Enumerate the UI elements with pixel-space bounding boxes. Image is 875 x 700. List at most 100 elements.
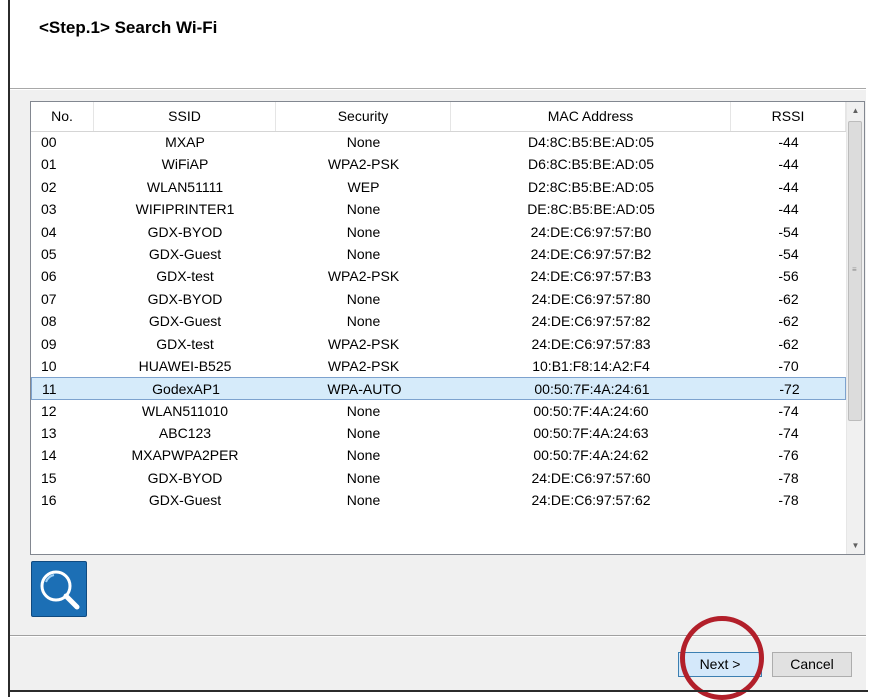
table-row[interactable]: 00 MXAP None D4:8C:B5:BE:AD:05 -44: [31, 131, 846, 153]
page-title: <Step.1> Search Wi-Fi: [39, 18, 218, 37]
cell-ssid: MXAP: [165, 134, 205, 150]
cell-mac-address: 10:B1:F8:14:A2:F4: [532, 357, 650, 374]
cell-security: None: [346, 447, 381, 464]
cell-security: None: [346, 134, 381, 150]
wizard-header: <Step.1> Search Wi-Fi: [10, 0, 866, 89]
table-row[interactable]: 09 GDX-test WPA2-PSK 24:DE:C6:97:57:83 -62: [31, 333, 846, 355]
vertical-scrollbar[interactable]: ▲ ≡ ▼: [846, 102, 864, 554]
cell-ssid: ABC123: [158, 425, 212, 442]
cell-no: 06: [41, 268, 57, 285]
cell-security: None: [346, 469, 381, 486]
cell-mac-address: DE:8C:B5:BE:AD:05: [527, 201, 655, 218]
cell-security: None: [346, 201, 381, 218]
cell-security: WPA-AUTO: [327, 381, 402, 398]
cell-ssid: GDX-Guest: [148, 313, 222, 330]
scroll-down-icon[interactable]: ▼: [847, 537, 864, 554]
table-row[interactable]: 16 GDX-Guest None 24:DE:C6:97:57:62 -78: [31, 489, 846, 511]
column-header-ssid[interactable]: SSID: [94, 102, 276, 131]
cell-security: None: [346, 492, 381, 509]
cell-no: 14: [41, 447, 57, 464]
cell-rssi: -62: [778, 335, 799, 352]
cell-rssi: -70: [778, 357, 799, 374]
cell-mac-address: 24:DE:C6:97:57:60: [531, 469, 651, 486]
cell-ssid: GDX-BYOD: [147, 290, 223, 307]
cell-ssid: GDX-BYOD: [147, 469, 223, 486]
table-row[interactable]: 14 MXAPWPA2PER None 00:50:7F:4A:24:62 -76: [31, 444, 846, 466]
cell-rssi: -72: [779, 381, 800, 398]
cell-rssi: -56: [778, 268, 799, 285]
cell-no: 01: [41, 156, 57, 173]
cell-ssid: WiFiAP: [161, 156, 209, 173]
cell-rssi: -44: [778, 134, 799, 150]
table-row[interactable]: 08 GDX-Guest None 24:DE:C6:97:57:82 -62: [31, 310, 846, 332]
cell-mac-address: D4:8C:B5:BE:AD:05: [527, 134, 655, 150]
column-header-rssi[interactable]: RSSI: [731, 102, 846, 131]
cell-rssi: -76: [778, 447, 799, 464]
cell-no: 16: [41, 492, 57, 509]
cell-security: None: [346, 313, 381, 330]
cell-security: None: [346, 290, 381, 307]
cell-no: 04: [41, 223, 57, 240]
magnifier-icon: [40, 570, 80, 610]
cell-mac-address: 24:DE:C6:97:57:83: [531, 335, 651, 352]
cell-mac-address: 24:DE:C6:97:57:B2: [530, 245, 652, 262]
cell-rssi: -74: [778, 402, 799, 419]
column-header-no[interactable]: No.: [31, 102, 94, 131]
cell-rssi: -44: [778, 178, 799, 195]
cell-mac-address: 00:50:7F:4A:24:60: [533, 402, 649, 419]
scrollbar-thumb[interactable]: ≡: [848, 121, 862, 421]
table-row[interactable]: 01 WiFiAP WPA2-PSK D6:8C:B5:BE:AD:05 -44: [31, 153, 846, 175]
table-row[interactable]: 07 GDX-BYOD None 24:DE:C6:97:57:80 -62: [31, 288, 846, 310]
cell-ssid: WLAN51111: [146, 178, 224, 195]
cell-security: WPA2-PSK: [327, 335, 400, 352]
cell-no: 05: [41, 245, 57, 262]
search-wifi-button[interactable]: [31, 561, 87, 617]
table-row[interactable]: 03 WIFIPRINTER1 None DE:8C:B5:BE:AD:05 -44: [31, 198, 846, 220]
cell-no: 11: [42, 381, 57, 398]
cell-ssid: HUAWEI-B525: [138, 357, 232, 374]
cell-rssi: -62: [778, 290, 799, 307]
cell-ssid: GDX-Guest: [148, 492, 222, 509]
cell-security: None: [346, 223, 381, 240]
cancel-button[interactable]: Cancel: [772, 652, 852, 677]
cell-ssid: GDX-Guest: [148, 245, 222, 262]
cell-ssid: WIFIPRINTER1: [135, 201, 235, 218]
cell-no: 02: [41, 178, 57, 195]
next-button[interactable]: Next >: [678, 652, 762, 677]
cell-rssi: -62: [778, 313, 799, 330]
cell-mac-address: 24:DE:C6:97:57:82: [531, 313, 651, 330]
column-header-security[interactable]: Security: [276, 102, 451, 131]
table-row[interactable]: 15 GDX-BYOD None 24:DE:C6:97:57:60 -78: [31, 467, 846, 489]
cell-ssid: GDX-test: [156, 335, 214, 352]
table-row[interactable]: 04 GDX-BYOD None 24:DE:C6:97:57:B0 -54: [31, 221, 846, 243]
cell-rssi: -78: [778, 492, 799, 509]
cell-mac-address: 24:DE:C6:97:57:62: [531, 492, 651, 509]
cell-ssid: MXAPWPA2PER: [131, 447, 239, 464]
cell-mac-address: 24:DE:C6:97:57:B3: [530, 268, 652, 285]
cell-rssi: -78: [778, 469, 799, 486]
table-row[interactable]: 12 WLAN511010 None 00:50:7F:4A:24:60 -74: [31, 400, 846, 422]
wifi-list-table: No. SSID Security MAC Address RSSI 00 MXA…: [30, 101, 865, 555]
cell-no: 12: [41, 402, 57, 419]
table-row[interactable]: 10 HUAWEI-B525 WPA2-PSK 10:B1:F8:14:A2:F4 -7…: [31, 355, 846, 377]
table-row[interactable]: 13 ABC123 None 00:50:7F:4A:24:63 -74: [31, 422, 846, 444]
table-body: 00 MXAP None D4:8C:B5:BE:AD:05 -44 01 WiFiAP WP…: [31, 131, 846, 512]
cell-no: 10: [41, 357, 57, 374]
scroll-up-icon[interactable]: ▲: [847, 102, 864, 119]
table-row-selected[interactable]: 11 GodexAP1 WPA-AUTO 00:50:7F:4A:24:61 -72: [31, 377, 846, 400]
column-header-mac-address[interactable]: MAC Address: [451, 102, 731, 131]
table-row[interactable]: 06 GDX-test WPA2-PSK 24:DE:C6:97:57:B3 -56: [31, 265, 846, 287]
cell-security: None: [346, 425, 381, 442]
cell-mac-address: 24:DE:C6:97:57:80: [531, 290, 651, 307]
cell-rssi: -44: [778, 156, 799, 173]
table-row[interactable]: 05 GDX-Guest None 24:DE:C6:97:57:B2 -54: [31, 243, 846, 265]
cell-rssi: -74: [778, 425, 799, 442]
cell-mac-address: 00:50:7F:4A:24:63: [533, 425, 649, 442]
window-frame-right: [866, 0, 875, 697]
cell-security: WPA2-PSK: [327, 268, 400, 285]
table-row[interactable]: 02 WLAN51111 WEP D2:8C:B5:BE:AD:05 -44: [31, 176, 846, 198]
window-border-bottom: [8, 690, 868, 692]
cell-rssi: -54: [778, 223, 799, 240]
cell-ssid: WLAN511010: [141, 402, 229, 419]
table-header: No. SSID Security MAC Address RSSI: [31, 102, 846, 132]
